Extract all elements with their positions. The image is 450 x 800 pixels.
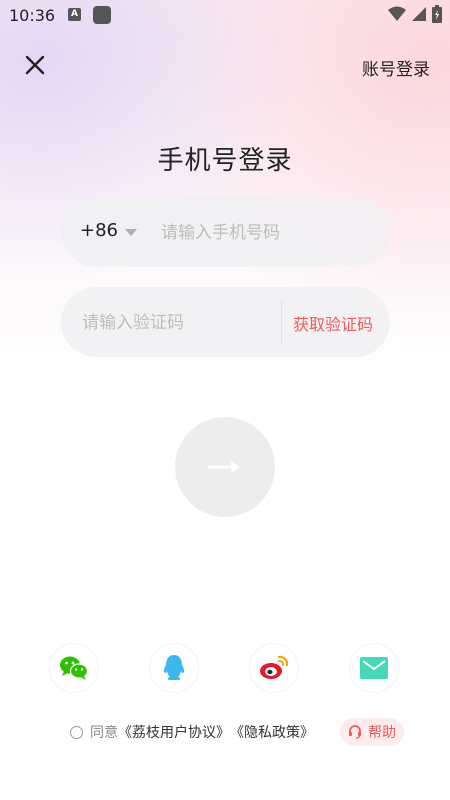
- divider: [281, 300, 282, 344]
- submit-button[interactable]: [175, 417, 275, 517]
- country-code-selector[interactable]: +86: [80, 220, 118, 241]
- qq-login-button[interactable]: [149, 643, 199, 693]
- close-icon: [25, 55, 45, 75]
- status-bar: 10:36 A: [0, 0, 450, 30]
- email-icon: [360, 657, 388, 679]
- agreement-row: 同意 《荔枝用户协议》 《隐私政策》: [70, 721, 314, 743]
- code-field: 获取验证码: [61, 287, 390, 357]
- chevron-down-icon[interactable]: [125, 229, 137, 236]
- arrow-right-icon: [207, 461, 240, 473]
- help-label: 帮助: [368, 725, 396, 741]
- wifi-icon: [388, 6, 406, 21]
- signal-icon: [412, 7, 426, 21]
- headset-icon: [349, 725, 361, 739]
- account-login-link[interactable]: 账号登录: [362, 55, 430, 80]
- phone-field: +86: [61, 197, 390, 267]
- qq-icon: [163, 655, 185, 680]
- battery-icon: [432, 5, 442, 23]
- wechat-login-button[interactable]: [49, 643, 99, 693]
- weibo-icon: [260, 655, 289, 679]
- close-button[interactable]: [20, 50, 50, 80]
- weibo-login-button[interactable]: [249, 643, 299, 693]
- phone-input[interactable]: [159, 217, 363, 249]
- notification-icon: A: [68, 8, 81, 21]
- status-icons: [388, 5, 442, 23]
- verification-code-input[interactable]: [80, 307, 274, 339]
- get-code-button[interactable]: 获取验证码: [293, 311, 373, 335]
- privacy-policy-link[interactable]: 《隐私政策》: [230, 722, 314, 742]
- agree-checkbox[interactable]: [70, 725, 83, 739]
- wechat-icon: [60, 656, 89, 680]
- app-notification-icon: [93, 6, 111, 24]
- status-time: 10:36: [9, 6, 56, 25]
- help-button[interactable]: 帮助: [340, 718, 404, 746]
- agree-label: 同意: [90, 725, 118, 741]
- user-agreement-link[interactable]: 《荔枝用户协议》: [118, 722, 230, 742]
- email-login-button[interactable]: [349, 643, 399, 693]
- page-title: 手机号登录: [157, 146, 293, 176]
